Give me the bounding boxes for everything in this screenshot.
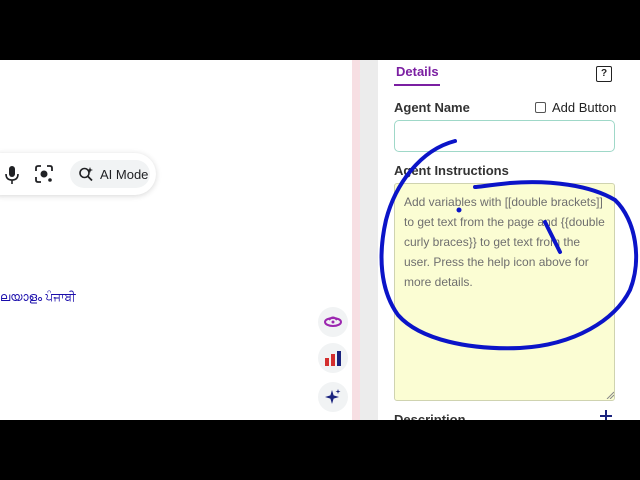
chart-button[interactable] (318, 343, 348, 373)
help-icon[interactable]: ? (596, 66, 612, 82)
agent-name-input[interactable] (394, 120, 615, 152)
rocket-icon (324, 316, 342, 327)
tab-details[interactable]: Details (396, 64, 439, 79)
tab-active-indicator (394, 84, 440, 86)
camera-lens-icon[interactable] (34, 164, 54, 184)
resize-handle-icon[interactable] (606, 391, 614, 399)
agent-instructions-textarea[interactable]: Add variables with [[double brackets]] t… (394, 183, 615, 401)
bar-chart-icon (325, 351, 341, 366)
panel-gutter (360, 60, 378, 420)
ai-mode-sparkle-icon (79, 167, 93, 182)
screen-frame: AI Mode ലയാളം ਪੰਜਾਬੀ Details ? Agent Nam… (0, 60, 640, 420)
add-button-checkbox[interactable] (535, 102, 546, 113)
language-links[interactable]: ലയാളം ਪੰਜਾਬੀ (0, 290, 76, 305)
rocket-button[interactable] (318, 307, 348, 337)
search-page: AI Mode ലയാളം ਪੰਜਾਬੀ (0, 60, 352, 420)
agent-name-label: Agent Name (394, 100, 470, 115)
split-divider[interactable] (352, 60, 360, 420)
sparkle-icon (325, 389, 341, 404)
agent-instructions-label: Agent Instructions (394, 163, 509, 178)
plus-icon[interactable] (600, 410, 612, 420)
mic-icon[interactable] (4, 165, 20, 185)
agent-panel: Details ? Agent Name Add Button Agent In… (378, 60, 640, 420)
sparkle-button[interactable] (318, 382, 348, 412)
description-label: Description (394, 412, 466, 420)
add-button-label: Add Button (552, 100, 617, 115)
ai-mode-button[interactable]: AI Mode (70, 160, 150, 188)
ai-mode-label: AI Mode (100, 166, 149, 182)
add-button-toggle[interactable]: Add Button (535, 100, 616, 115)
